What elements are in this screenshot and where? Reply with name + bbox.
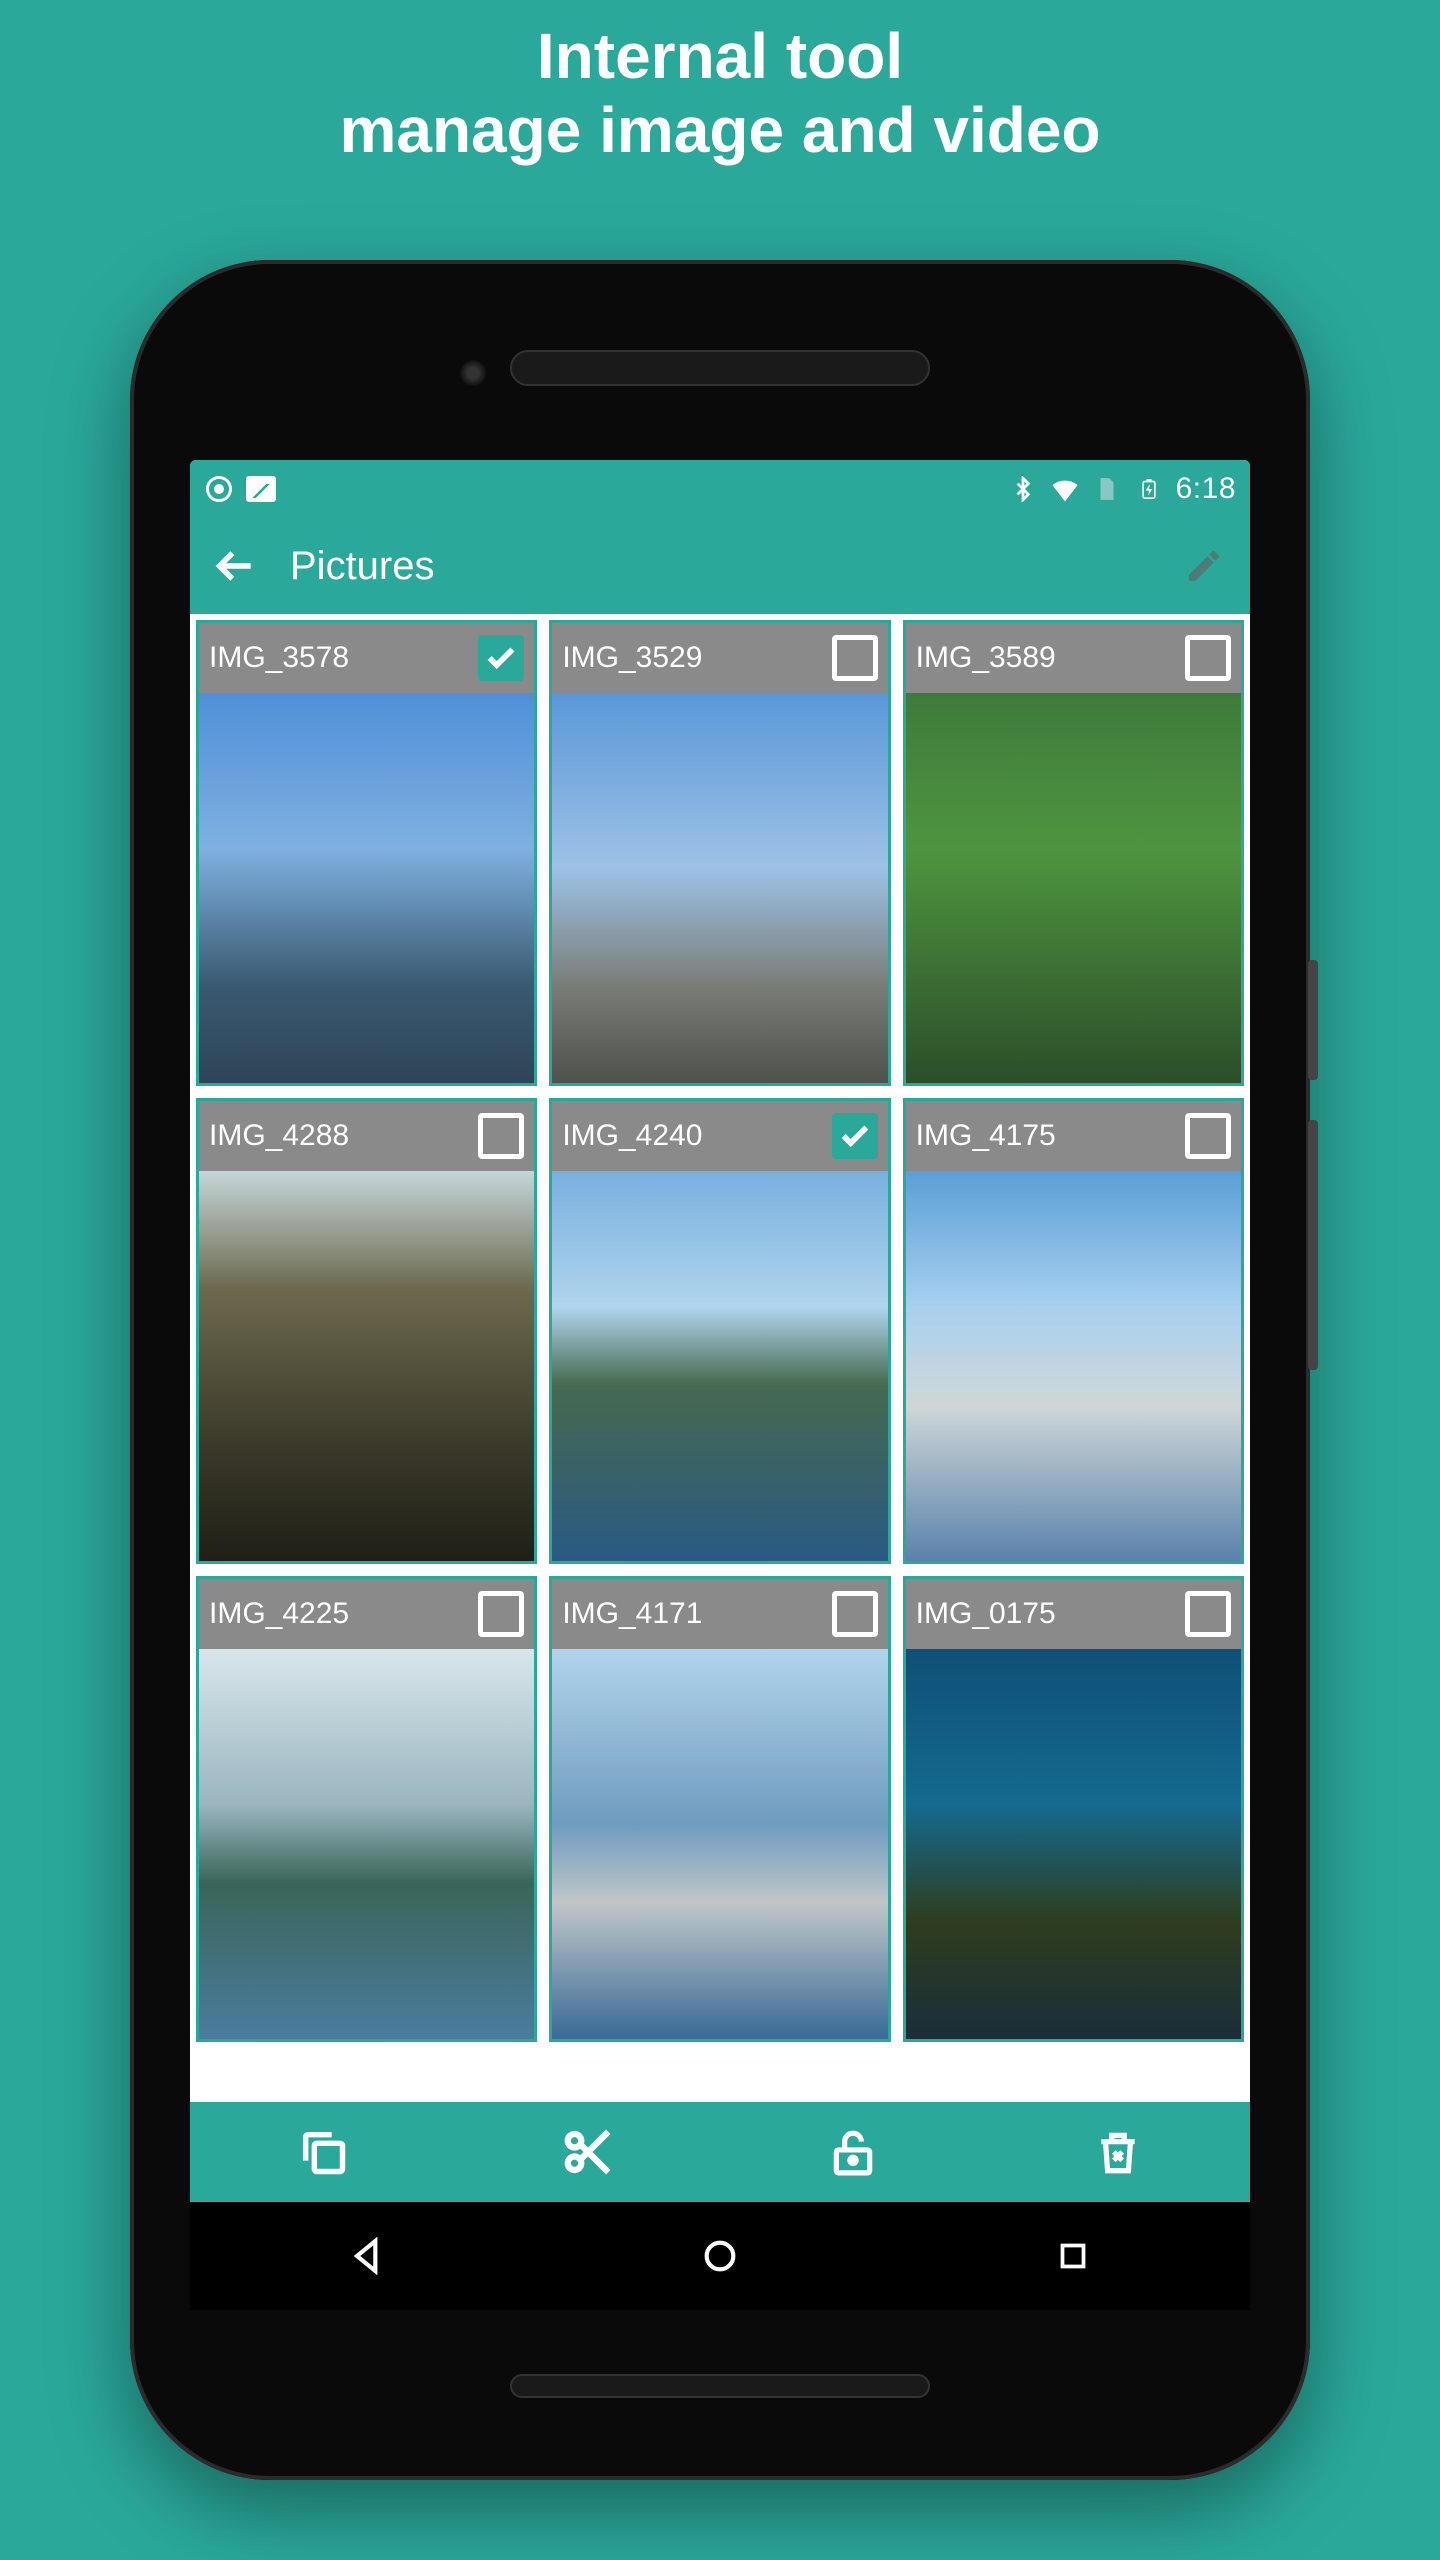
gallery-item[interactable]: IMG_3589 (903, 620, 1244, 1086)
thumb-checkbox[interactable] (1185, 1113, 1231, 1159)
status-right: 6:18 (1008, 472, 1236, 506)
thumb-image (552, 1649, 887, 2039)
phone-frame: 6:18 Pictures IMG_3578 (130, 260, 1310, 2480)
thumb-label: IMG_0175 (916, 1597, 1056, 1631)
thumb-label: IMG_4175 (916, 1119, 1056, 1153)
thumb-label: IMG_3529 (562, 641, 702, 675)
activity-icon (246, 474, 276, 504)
gallery-item[interactable]: IMG_4225 (196, 1576, 537, 2042)
phone-volume-button (1308, 1120, 1318, 1370)
delete-button[interactable] (1088, 2122, 1148, 2182)
thumb-header: IMG_4175 (906, 1101, 1241, 1171)
back-button[interactable] (210, 540, 262, 592)
nav-recents-button[interactable] (1043, 2226, 1103, 2286)
gallery-item[interactable]: IMG_0175 (903, 1576, 1244, 2042)
thumb-image (906, 1171, 1241, 1561)
thumb-image (552, 1171, 887, 1561)
gallery-item[interactable]: IMG_3529 (549, 620, 890, 1086)
thumb-header: IMG_4171 (552, 1579, 887, 1649)
gallery-item[interactable]: IMG_4171 (549, 1576, 890, 2042)
phone-power-button (1308, 960, 1318, 1080)
promo-line2: manage image and video (0, 94, 1440, 168)
status-left (204, 474, 276, 504)
gallery-item[interactable]: IMG_4288 (196, 1098, 537, 1564)
gallery-item[interactable]: IMG_3578 (196, 620, 537, 1086)
thumb-label: IMG_4288 (209, 1119, 349, 1153)
promo-heading: Internal tool manage image and video (0, 0, 1440, 167)
battery-charging-icon (1134, 474, 1164, 504)
thumb-label: IMG_3578 (209, 641, 349, 675)
gallery-item[interactable]: IMG_4175 (903, 1098, 1244, 1564)
phone-home-indicator (510, 2374, 930, 2398)
status-time: 6:18 (1176, 472, 1236, 506)
thumb-label: IMG_4171 (562, 1597, 702, 1631)
app-indicator-icon (204, 474, 234, 504)
thumb-header: IMG_3529 (552, 623, 887, 693)
app-title: Pictures (290, 544, 1150, 589)
bluetooth-icon (1008, 474, 1038, 504)
thumb-label: IMG_4225 (209, 1597, 349, 1631)
bottom-action-bar (190, 2102, 1250, 2202)
thumb-image (906, 1649, 1241, 2039)
thumb-checkbox[interactable] (478, 1113, 524, 1159)
android-nav-bar (190, 2202, 1250, 2310)
phone-speaker (510, 350, 930, 386)
thumb-header: IMG_4288 (199, 1101, 534, 1171)
thumb-checkbox[interactable] (832, 1113, 878, 1159)
no-sim-icon (1092, 474, 1122, 504)
nav-back-button[interactable] (337, 2226, 397, 2286)
thumb-checkbox[interactable] (478, 1591, 524, 1637)
nav-home-button[interactable] (690, 2226, 750, 2286)
gallery-item[interactable]: IMG_4240 (549, 1098, 890, 1564)
thumb-checkbox[interactable] (1185, 1591, 1231, 1637)
thumb-image (906, 693, 1241, 1083)
edit-button[interactable] (1178, 540, 1230, 592)
gallery-grid: IMG_3578 IMG_3529 (196, 620, 1244, 2042)
promo-line1: Internal tool (0, 20, 1440, 94)
thumb-header: IMG_3578 (199, 623, 534, 693)
thumb-checkbox[interactable] (478, 635, 524, 681)
thumb-label: IMG_4240 (562, 1119, 702, 1153)
thumb-image (199, 1649, 534, 2039)
thumb-label: IMG_3589 (916, 641, 1056, 675)
screen: 6:18 Pictures IMG_3578 (190, 460, 1250, 2310)
status-bar: 6:18 (190, 460, 1250, 518)
thumb-header: IMG_4240 (552, 1101, 887, 1171)
thumb-header: IMG_3589 (906, 623, 1241, 693)
thumb-checkbox[interactable] (1185, 635, 1231, 681)
thumb-checkbox[interactable] (832, 635, 878, 681)
thumb-image (199, 1171, 534, 1561)
gallery: IMG_3578 IMG_3529 (190, 614, 1250, 2102)
copy-button[interactable] (293, 2122, 353, 2182)
thumb-checkbox[interactable] (832, 1591, 878, 1637)
thumb-header: IMG_4225 (199, 1579, 534, 1649)
thumb-header: IMG_0175 (906, 1579, 1241, 1649)
unlock-button[interactable] (823, 2122, 883, 2182)
thumb-image (199, 693, 534, 1083)
wifi-icon (1050, 474, 1080, 504)
cut-button[interactable] (558, 2122, 618, 2182)
phone-front-camera (460, 360, 486, 386)
app-bar: Pictures (190, 518, 1250, 614)
thumb-image (552, 693, 887, 1083)
